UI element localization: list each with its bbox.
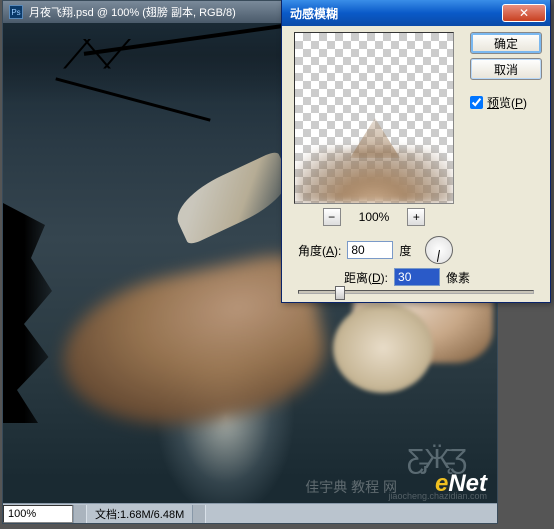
angle-row: 角度(A): 度 (298, 236, 453, 264)
status-separator-2[interactable] (192, 505, 206, 523)
zoom-value: 100% (8, 508, 36, 520)
distance-row: 距离(D): 像素 (344, 268, 470, 286)
preview-zoom-value: 100% (359, 210, 390, 224)
cancel-button[interactable]: 取消 (470, 58, 542, 80)
preview-pane[interactable] (294, 32, 454, 204)
distance-slider[interactable] (298, 290, 534, 294)
ps-app-icon: Ps (9, 5, 23, 19)
angle-input[interactable] (347, 241, 393, 259)
dialog-title: 动感模糊 (290, 5, 502, 22)
preview-checkbox[interactable] (470, 96, 483, 109)
ok-button[interactable]: 确定 (470, 32, 542, 54)
preview-zoom-row: − 100% + (294, 208, 454, 226)
angle-unit: 度 (399, 242, 411, 259)
preview-checkbox-label: 预览(P) (487, 94, 527, 111)
bird-body (333, 303, 433, 393)
zoom-field[interactable]: 100% (3, 505, 73, 523)
watermark-url: jiaocheng.chazidian.com (388, 491, 487, 501)
zoom-out-button[interactable]: − (323, 208, 341, 226)
distance-label: 距离(D): (344, 269, 388, 286)
angle-label: 角度(A): (298, 242, 341, 259)
preview-checkbox-row[interactable]: 预览(P) (470, 94, 542, 111)
watermark-text: 佳宇典 教程 网 (305, 477, 397, 497)
status-bar: 100% 文档:1.68M/6.48M (3, 503, 497, 523)
twigs: ⟋⟍⟋ (63, 33, 123, 78)
dialog-buttons: 确定 取消 预览(P) (470, 32, 542, 111)
distance-unit: 像素 (446, 269, 470, 286)
preview-content (295, 148, 453, 203)
distance-input[interactable] (394, 268, 440, 286)
angle-dial[interactable] (425, 236, 453, 264)
motion-blur-dialog: 动感模糊 ✕ − 100% + 确定 取消 预览(P) 角度(A): 度 (281, 0, 551, 303)
ps-title: 月夜飞翔.psd @ 100% (翅膀 副本, RGB/8) (29, 4, 236, 20)
zoom-in-button[interactable]: + (407, 208, 425, 226)
dialog-body: − 100% + 确定 取消 预览(P) 角度(A): 度 距离(D): 像素 (282, 26, 550, 302)
slider-thumb[interactable] (335, 286, 345, 300)
status-separator[interactable] (73, 505, 87, 523)
doc-info: 文档:1.68M/6.48M (87, 506, 192, 522)
butterfly-icon: Ƹ̵̡Ӝ̵̨̄Ʒ (407, 443, 447, 473)
close-button[interactable]: ✕ (502, 4, 546, 22)
dialog-titlebar[interactable]: 动感模糊 ✕ (282, 0, 550, 26)
